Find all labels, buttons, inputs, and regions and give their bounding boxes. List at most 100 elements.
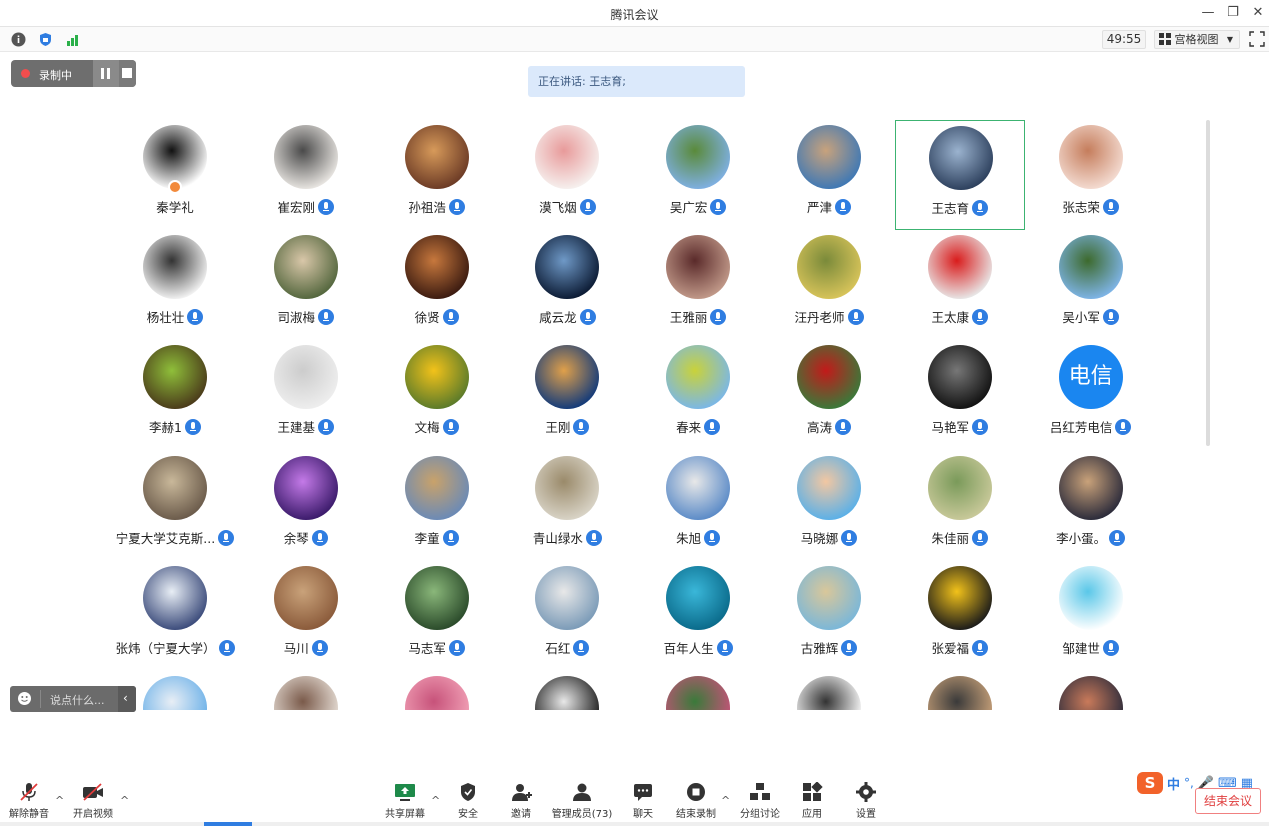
participant-tile[interactable]: 徐贤 xyxy=(372,230,502,340)
emoji-icon[interactable] xyxy=(17,691,32,709)
participant-tile[interactable]: 百年人生 xyxy=(633,561,763,671)
chat-quick-input[interactable]: 说点什么... ‹ xyxy=(10,686,136,712)
participant-name: 高涛 xyxy=(764,417,894,436)
participant-tile[interactable] xyxy=(1026,671,1156,710)
participant-tile[interactable]: 咸云龙 xyxy=(502,230,632,340)
collapse-chat-button[interactable]: ‹ xyxy=(118,686,136,712)
participant-name-text: 古雅辉 xyxy=(800,640,839,656)
participant-tile[interactable]: 李童 xyxy=(372,451,502,561)
participant-tile[interactable]: 秦学礼 xyxy=(110,120,240,230)
start-video-button[interactable]: 开启视频 xyxy=(72,782,114,820)
participant-tile[interactable]: 张炜（宁夏大学） xyxy=(110,561,240,671)
participant-tile[interactable]: 司淑梅 xyxy=(241,230,371,340)
participant-tile[interactable]: 汪丹老师 xyxy=(764,230,894,340)
participant-tile[interactable]: 石红 xyxy=(502,561,632,671)
mic-icon xyxy=(972,639,989,656)
apps-button[interactable]: 应用 xyxy=(794,781,830,820)
participant-tile[interactable]: 电信 吕红芳电信 xyxy=(1026,340,1156,450)
security-button[interactable]: 安全 xyxy=(449,782,487,820)
participant-tile[interactable]: 严津 xyxy=(764,120,894,230)
settings-button[interactable]: 设置 xyxy=(848,782,884,820)
participant-tile[interactable] xyxy=(241,671,371,710)
participant-tile[interactable]: 王建基 xyxy=(241,340,371,450)
share-screen-button[interactable]: 共享屏幕 xyxy=(384,782,426,820)
stop-recording-button[interactable] xyxy=(119,60,136,87)
participant-name: 宁夏大学艾克斯... xyxy=(110,528,240,547)
participant-tile[interactable]: 古雅辉 xyxy=(764,561,894,671)
participant-tile[interactable]: 崔宏刚 xyxy=(241,120,371,230)
minimize-button[interactable]: — xyxy=(1198,4,1218,22)
participant-tile[interactable]: 李赫1 xyxy=(110,340,240,450)
participant-tile[interactable]: 张志荣 xyxy=(1026,120,1156,230)
participant-tile[interactable]: 马川 xyxy=(241,561,371,671)
share-options-caret[interactable]: ^ xyxy=(431,794,440,807)
unmute-button[interactable]: 解除静音 xyxy=(8,782,50,820)
restore-button[interactable]: ❐ xyxy=(1223,4,1243,22)
participant-name: 孙祖浩 xyxy=(372,197,502,216)
participant-tile[interactable] xyxy=(895,671,1025,710)
signal-icon[interactable] xyxy=(64,31,81,48)
participant-tile[interactable]: 漠飞烟 xyxy=(502,120,632,230)
pause-recording-button[interactable] xyxy=(93,60,119,87)
participant-tile[interactable]: 朱旭 xyxy=(633,451,763,561)
participant-name-text: 张炜（宁夏大学） xyxy=(115,640,216,656)
record-options-caret[interactable]: ^ xyxy=(721,794,730,807)
chat-button[interactable]: 聊天 xyxy=(624,782,662,820)
participant-tile[interactable] xyxy=(372,671,502,710)
participant-tile[interactable]: 春来 xyxy=(633,340,763,450)
end-record-label: 结束录制 xyxy=(676,809,716,820)
participant-tile[interactable]: 王刚 xyxy=(502,340,632,450)
participant-tile[interactable]: 吴广宏 xyxy=(633,120,763,230)
participant-tile[interactable]: 邹建世 xyxy=(1026,561,1156,671)
fullscreen-icon[interactable] xyxy=(1249,31,1265,47)
participant-avatar xyxy=(535,235,600,300)
grid-scrollbar[interactable] xyxy=(1206,120,1210,446)
participant-tile[interactable]: 张爱福 xyxy=(895,561,1025,671)
shield-icon[interactable] xyxy=(37,31,54,48)
participant-tile[interactable]: 杨壮壮 xyxy=(110,230,240,340)
participant-name: 张志荣 xyxy=(1026,197,1156,216)
mic-icon xyxy=(847,309,864,326)
chat-placeholder: 说点什么... xyxy=(50,694,105,707)
participant-name-text: 马晓娜 xyxy=(800,530,839,546)
mic-icon xyxy=(710,309,727,326)
participant-tile[interactable] xyxy=(502,671,632,710)
participant-tile[interactable]: 马艳军 xyxy=(895,340,1025,450)
participant-tile[interactable]: 朱佳丽 xyxy=(895,451,1025,561)
participant-tile[interactable]: 青山绿水 xyxy=(502,451,632,561)
participant-tile[interactable]: 马志军 xyxy=(372,561,502,671)
chevron-left-icon: ‹ xyxy=(123,691,128,705)
video-options-caret[interactable]: ^ xyxy=(120,794,129,807)
mic-icon xyxy=(573,419,590,436)
info-icon[interactable] xyxy=(10,31,27,48)
participant-tile[interactable] xyxy=(633,671,763,710)
participant-tile[interactable]: 余琴 xyxy=(241,451,371,561)
participant-tile[interactable] xyxy=(764,671,894,710)
breakout-button[interactable]: 分组讨论 xyxy=(738,782,782,820)
participant-tile[interactable]: 马晓娜 xyxy=(764,451,894,561)
mic-icon xyxy=(318,199,335,215)
participant-tile[interactable]: 王志育 xyxy=(894,120,1025,230)
punctuation-icon[interactable]: °, xyxy=(1184,776,1194,790)
mic-icon xyxy=(704,419,721,436)
meeting-toolbar: 49:55 宫格视图 ▼ xyxy=(0,27,1269,52)
participant-avatar xyxy=(797,565,861,630)
participant-avatar xyxy=(666,235,731,300)
audio-options-caret[interactable]: ^ xyxy=(55,794,64,807)
participant-tile[interactable]: 吴小军 xyxy=(1026,230,1156,340)
manage-members-button[interactable]: 管理成员(73) xyxy=(550,782,614,820)
grid-view-button[interactable]: 宫格视图 ▼ xyxy=(1154,30,1240,49)
ime-mode[interactable]: 中 xyxy=(1167,774,1180,793)
participant-tile[interactable]: 文梅 xyxy=(372,340,502,450)
end-meeting-button[interactable]: 结束会议 xyxy=(1195,788,1261,814)
participant-tile[interactable]: 李小蛋。 xyxy=(1026,451,1156,561)
participant-tile[interactable]: 宁夏大学艾克斯... xyxy=(110,451,240,561)
participant-tile[interactable]: 高涛 xyxy=(764,340,894,450)
participant-tile[interactable]: 孙祖浩 xyxy=(372,120,502,230)
participant-avatar xyxy=(273,676,338,710)
participant-tile[interactable]: 王太康 xyxy=(895,230,1025,340)
participant-tile[interactable]: 王雅丽 xyxy=(633,230,763,340)
close-button[interactable]: ✕ xyxy=(1248,4,1268,22)
invite-button[interactable]: 邀请 xyxy=(502,782,540,820)
end-recording-button[interactable]: 结束录制 xyxy=(674,782,718,820)
